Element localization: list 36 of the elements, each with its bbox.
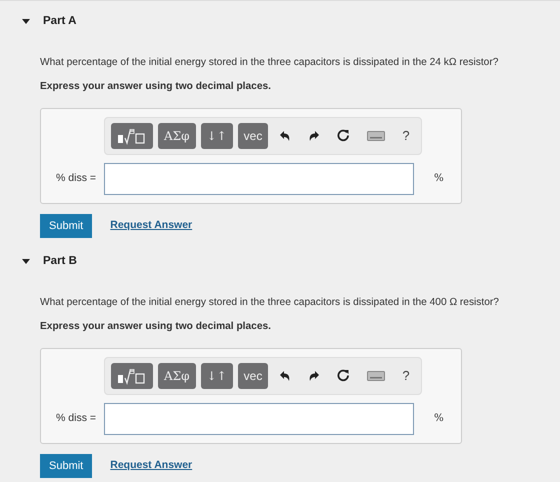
answer-field[interactable] (104, 402, 414, 435)
submit-button[interactable]: Submit (40, 214, 92, 238)
part-title: Part A (43, 14, 76, 29)
unit-label: % (434, 172, 444, 186)
keyboard-icon[interactable] (367, 130, 386, 141)
request-answer-link[interactable]: Request Answer (110, 458, 192, 474)
reset-icon[interactable] (337, 129, 350, 142)
question-text: What percentage of the initial energy stored in the three capacitors is dissipated in the 24 kΩ resistor? (40, 56, 500, 70)
request-answer-link[interactable]: Request Answer (110, 218, 192, 234)
unit-label: % (434, 412, 444, 426)
part-title: Part B (43, 254, 77, 269)
redo-icon[interactable] (308, 130, 320, 142)
toolbar-button[interactable]: ΑΣφ (158, 122, 196, 149)
templates-button[interactable] (111, 362, 153, 389)
answer-label: % diss = (55, 410, 97, 426)
submit-button[interactable]: Submit (40, 454, 92, 478)
undo-icon[interactable] (279, 370, 292, 382)
instruction-text: Express your answer using two decimal places. (40, 80, 272, 94)
collapse-caret-icon[interactable] (22, 19, 30, 24)
help-button[interactable]: ? (396, 122, 416, 149)
help-button[interactable]: ? (396, 362, 416, 389)
answer-label: % diss = (55, 170, 97, 186)
toolbar-button[interactable]: ΑΣφ (158, 362, 196, 389)
templates-button[interactable] (111, 122, 153, 149)
question-text: What percentage of the initial energy stored in the three capacitors is dissipated in the 400 Ω resistor? (40, 296, 500, 310)
keyboard-icon[interactable] (367, 370, 386, 381)
toolbar-button[interactable]: ↓↑ (200, 362, 233, 389)
undo-icon[interactable] (279, 130, 292, 142)
reset-icon[interactable] (337, 369, 350, 382)
answer-field[interactable] (104, 162, 414, 195)
toolbar-button[interactable]: ↓↑ (200, 122, 233, 149)
collapse-caret-icon[interactable] (22, 259, 30, 264)
redo-icon[interactable] (308, 370, 320, 382)
instruction-text: Express your answer using two decimal places. (40, 320, 272, 334)
toolbar-button[interactable]: vec (238, 122, 268, 149)
toolbar-button[interactable]: vec (238, 362, 268, 389)
